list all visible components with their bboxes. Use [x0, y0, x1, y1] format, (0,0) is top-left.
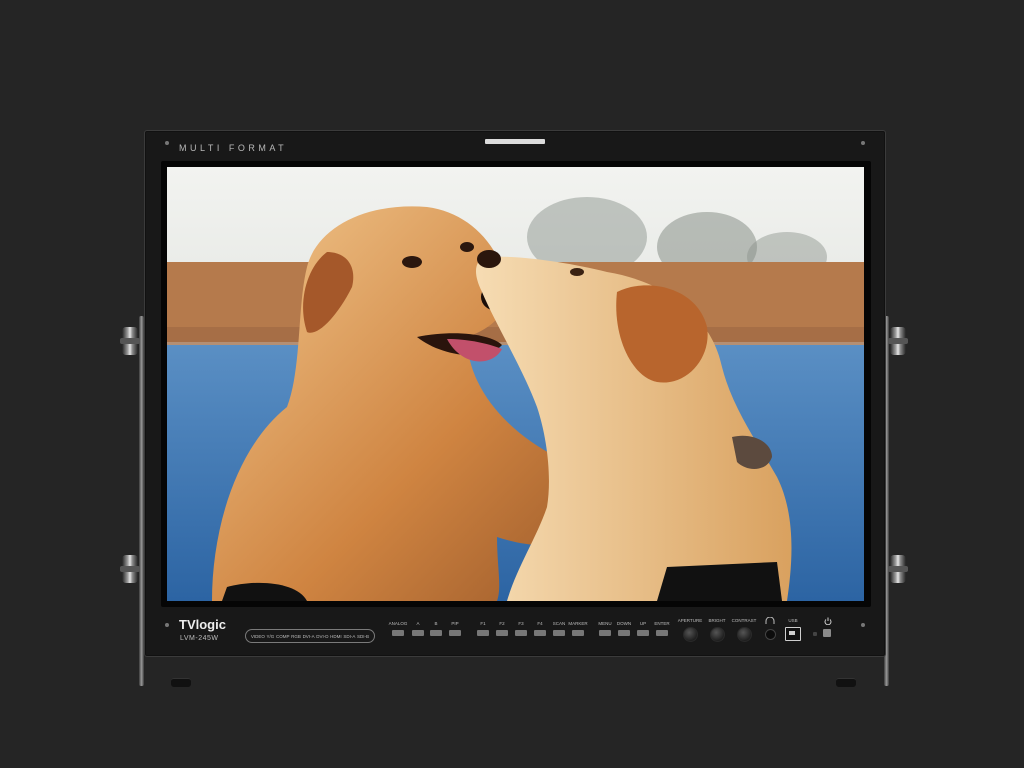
- down-label: DOWN: [616, 621, 632, 626]
- screen-bezel: [161, 161, 871, 607]
- contrast-dial[interactable]: [737, 627, 752, 642]
- right-lower-mount-knob[interactable]: [888, 555, 908, 583]
- input-label: DVI-D: [316, 633, 329, 639]
- contrast-label: CONTRAST: [731, 618, 757, 623]
- analog-button[interactable]: [392, 630, 404, 636]
- input-label: COMP: [275, 633, 290, 639]
- usb-icon[interactable]: [785, 627, 801, 641]
- input-b-button[interactable]: [430, 630, 442, 636]
- aperture-label: APERTURE: [677, 618, 703, 623]
- f1-button[interactable]: [477, 630, 489, 636]
- enter-label: ENTER: [654, 621, 670, 626]
- menu-button[interactable]: [599, 630, 611, 636]
- right-upper-mount-knob[interactable]: [888, 327, 908, 355]
- power-button[interactable]: [823, 629, 831, 637]
- down-button[interactable]: [618, 630, 630, 636]
- top-light-slot: [485, 139, 545, 144]
- scan-label: SCAN: [552, 621, 566, 626]
- f3-label: F3: [518, 621, 524, 626]
- brand-logo: TVlogic: [179, 617, 226, 632]
- screw: [165, 141, 169, 145]
- aperture-dial[interactable]: [683, 627, 698, 642]
- left-foot: [171, 678, 191, 687]
- control-panel: TVlogic LVM-245W VIDEO Y/G COMP RGB DVI-…: [145, 609, 885, 655]
- power-led: [813, 632, 817, 636]
- multi-format-label: MULTI FORMAT: [179, 143, 288, 153]
- headphone-icon: [765, 617, 775, 624]
- display-screen: [167, 167, 864, 601]
- f2-button[interactable]: [496, 630, 508, 636]
- headphone-jack[interactable]: [765, 629, 776, 640]
- input-label: RGB: [291, 633, 301, 639]
- f2-label: F2: [499, 621, 505, 626]
- left-lower-mount-knob[interactable]: [120, 555, 140, 583]
- bright-label: BRIGHT: [708, 618, 726, 623]
- model-label: LVM-245W: [180, 635, 219, 642]
- marker-label: MARKER: [568, 621, 588, 626]
- power-icon: [824, 617, 832, 625]
- right-foot: [836, 678, 856, 687]
- f3-button[interactable]: [515, 630, 527, 636]
- input-label: VIDEO: [250, 633, 265, 639]
- usb-label: USB: [788, 618, 798, 623]
- screw: [861, 623, 865, 627]
- ab-a-label: A: [416, 621, 420, 626]
- input-label: HDMI: [330, 633, 342, 639]
- pip-button[interactable]: [449, 630, 461, 636]
- input-label: SDI-B: [357, 633, 370, 639]
- up-button[interactable]: [637, 630, 649, 636]
- input-indicators: VIDEO Y/G COMP RGB DVI-A DVI-D HDMI SDI-…: [245, 629, 375, 643]
- input-label: DVI-A: [302, 633, 315, 639]
- menu-label: MENU: [598, 621, 612, 626]
- analog-label: ANALOG: [388, 621, 408, 626]
- ab-b-label: B: [434, 621, 438, 626]
- scan-button[interactable]: [553, 630, 565, 636]
- marker-button[interactable]: [572, 630, 584, 636]
- bright-dial[interactable]: [710, 627, 725, 642]
- screw: [165, 623, 169, 627]
- monitor-body: MULTI FORMAT TVlogic LVM-245W VIDEO Y/G …: [144, 130, 886, 657]
- f4-button[interactable]: [534, 630, 546, 636]
- screw: [861, 141, 865, 145]
- input-label: Y/G: [266, 633, 275, 639]
- pip-label: PIP: [451, 621, 459, 626]
- enter-button[interactable]: [656, 630, 668, 636]
- up-label: UP: [639, 621, 647, 626]
- input-label: SDI-A: [343, 633, 356, 639]
- dogs-photo: [167, 167, 864, 601]
- input-a-button[interactable]: [412, 630, 424, 636]
- f4-label: F4: [537, 621, 543, 626]
- f1-label: F1: [480, 621, 486, 626]
- left-upper-mount-knob[interactable]: [120, 327, 140, 355]
